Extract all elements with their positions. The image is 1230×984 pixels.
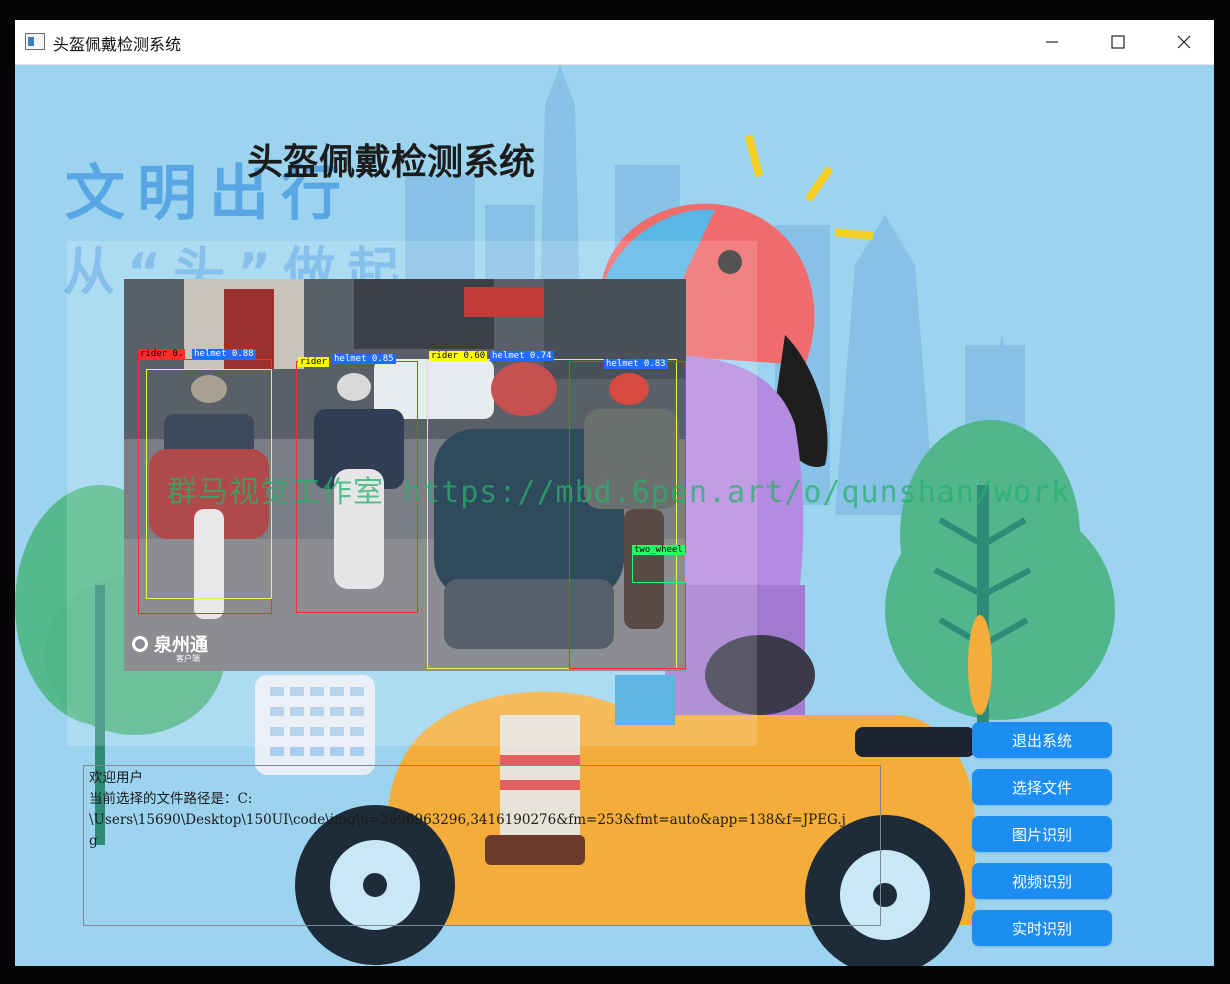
maximize-icon [1111, 35, 1125, 49]
close-icon [1177, 35, 1191, 49]
detection-label: rider [298, 357, 330, 367]
choose-file-button[interactable]: 选择文件 [972, 769, 1112, 805]
close-button[interactable] [1151, 20, 1214, 64]
watermark: 群马视觉工作室 https://mbd.6pen.art/o/qunshan/w… [167, 475, 1071, 510]
main-area: 文明出行 从“头”做起 头盔佩戴检测系统 rider 0. helmet 0.8… [15, 65, 1214, 966]
title-bar[interactable]: 头盔佩戴检测系统 [15, 20, 1214, 65]
detection-label: rider 0.60 [429, 351, 488, 361]
app-window: 头盔佩戴检测系统 文明出行 从“头”做起 头盔佩戴检测系统 rider 0. h… [15, 20, 1214, 966]
image-detect-button[interactable]: 图片识别 [972, 816, 1112, 852]
realtime-detect-button[interactable]: 实时识别 [972, 910, 1112, 946]
photo-logo-sub: 客户端 [176, 654, 200, 663]
detection-label: two_wheel [632, 545, 685, 555]
log-textarea[interactable]: 欢迎用户 当前选择的文件路径是：C: \Users\15690\Desktop\… [83, 765, 881, 926]
minimize-button[interactable] [1019, 20, 1085, 64]
log-line: 欢迎用户 [89, 770, 143, 786]
detection-box [632, 553, 686, 583]
logo-mark [132, 636, 148, 652]
log-line: 当前选择的文件路径是：C: [89, 791, 253, 807]
minimize-icon [1046, 41, 1058, 43]
log-line: \Users\15690\Desktop\150UI\code\img\u=26… [89, 812, 846, 828]
detection-label: helmet 0.85 [332, 354, 396, 364]
detection-label: helmet 0.83 [604, 359, 668, 369]
exit-button[interactable]: 退出系统 [972, 722, 1112, 758]
page-title: 头盔佩戴检测系统 [247, 142, 536, 183]
detection-box [569, 361, 686, 669]
video-detect-button[interactable]: 视频识别 [972, 863, 1112, 899]
detection-label: helmet 0.74 [490, 351, 554, 361]
window-title: 头盔佩戴检测系统 [53, 35, 182, 54]
maximize-button[interactable] [1085, 20, 1151, 64]
app-icon [25, 33, 45, 50]
detection-label: rider 0. [138, 349, 186, 359]
log-line: g [89, 833, 98, 849]
detection-label: helmet 0.88 [192, 349, 256, 359]
